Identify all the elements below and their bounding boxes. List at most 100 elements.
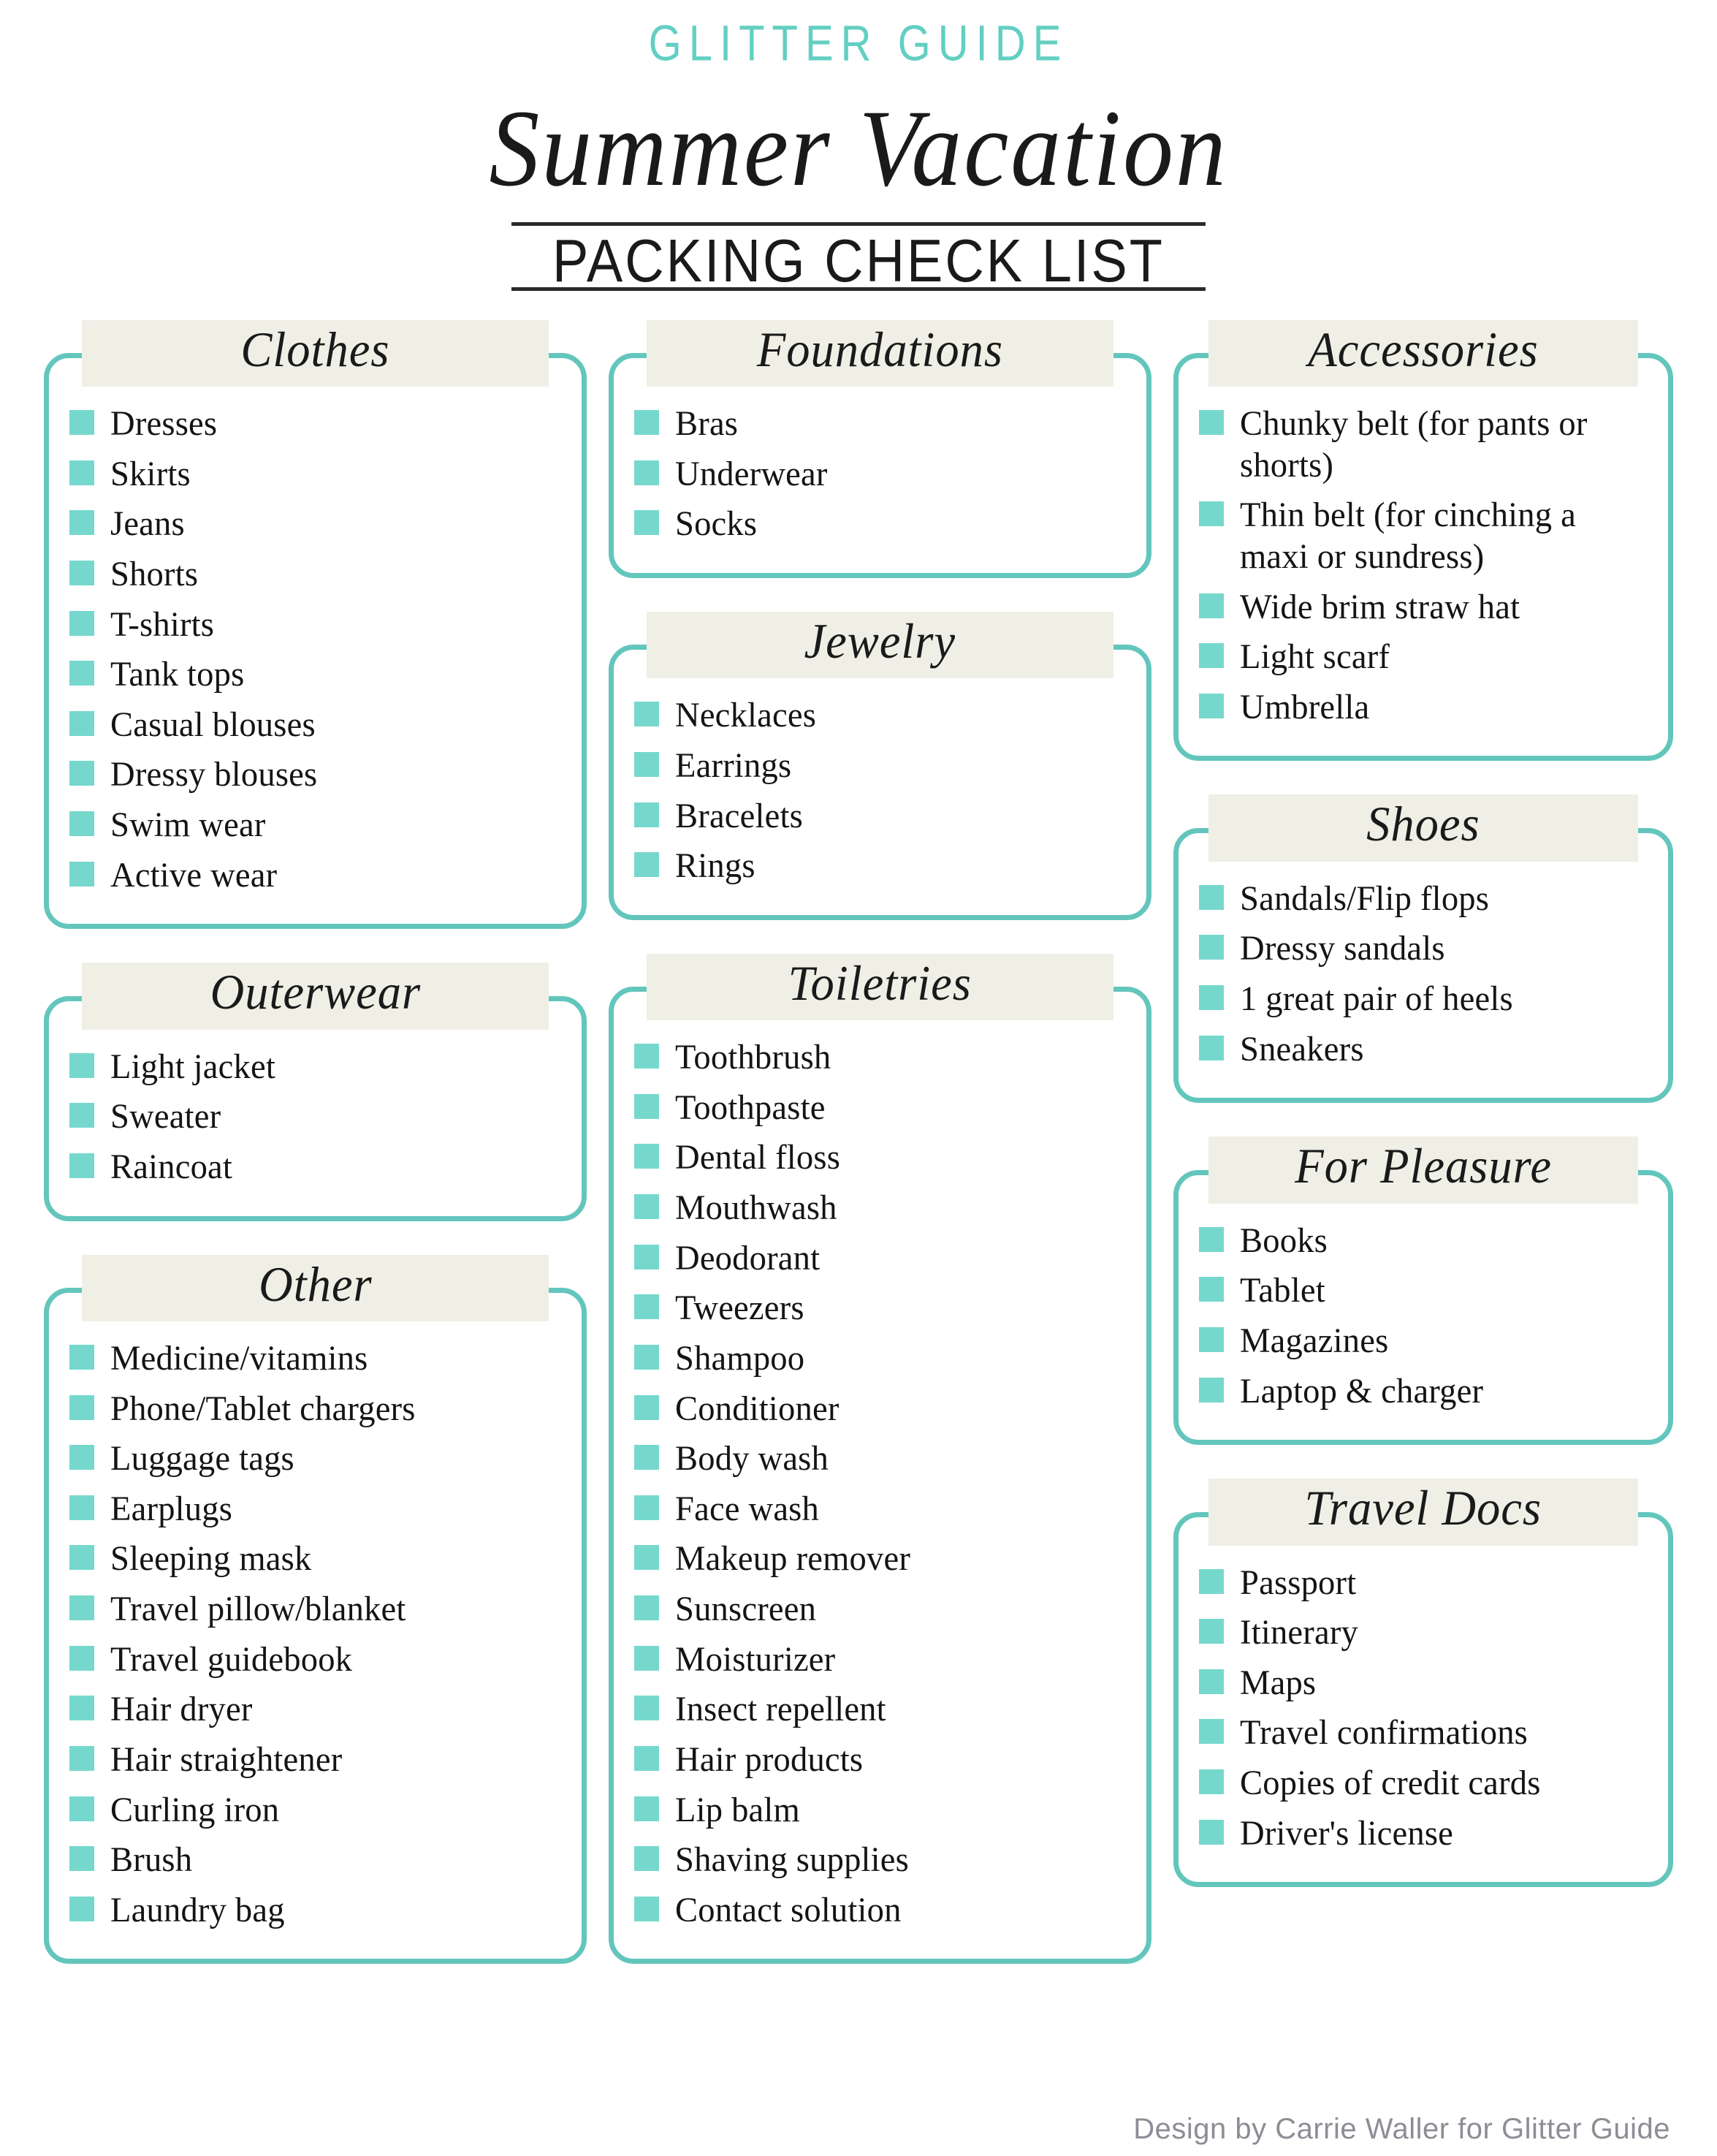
checkbox-icon[interactable] — [633, 460, 659, 485]
list-item[interactable]: Tweezers — [633, 1288, 1126, 1329]
list-item[interactable]: Travel guidebook — [69, 1639, 561, 1681]
list-item[interactable]: Conditioner — [633, 1389, 1126, 1430]
list-item[interactable]: Sneakers — [1198, 1029, 1648, 1071]
list-item[interactable]: Body wash — [633, 1438, 1126, 1480]
checkbox-icon[interactable] — [1198, 501, 1224, 527]
checkbox-icon[interactable] — [69, 661, 94, 686]
checkbox-icon[interactable] — [69, 460, 94, 485]
checkbox-icon[interactable] — [1198, 1226, 1224, 1252]
checkbox-icon[interactable] — [69, 1796, 94, 1821]
list-item[interactable]: Raincoat — [69, 1147, 561, 1188]
checkbox-icon[interactable] — [69, 1745, 94, 1771]
list-item[interactable]: Dresses — [69, 403, 561, 445]
checkbox-icon[interactable] — [633, 1294, 659, 1320]
checkbox-icon[interactable] — [1198, 410, 1224, 436]
list-item[interactable]: Active wear — [69, 855, 561, 897]
checkbox-icon[interactable] — [1198, 1719, 1224, 1745]
checkbox-icon[interactable] — [69, 1645, 94, 1671]
checkbox-icon[interactable] — [69, 861, 94, 887]
list-item[interactable]: Toothpaste — [633, 1088, 1126, 1129]
checkbox-icon[interactable] — [1198, 593, 1224, 618]
list-item[interactable]: Face wash — [633, 1489, 1126, 1530]
list-item[interactable]: Underwear — [633, 454, 1126, 496]
list-item[interactable]: Travel confirmations — [1198, 1712, 1648, 1754]
list-item[interactable]: Contact solution — [633, 1890, 1126, 1932]
list-item[interactable]: Maps — [1198, 1663, 1648, 1704]
list-item[interactable]: Tablet — [1198, 1270, 1648, 1312]
checkbox-icon[interactable] — [69, 1344, 94, 1370]
checkbox-icon[interactable] — [69, 1846, 94, 1872]
list-item[interactable]: Umbrella — [1198, 687, 1648, 729]
checkbox-icon[interactable] — [633, 410, 659, 436]
checkbox-icon[interactable] — [1198, 1819, 1224, 1845]
checkbox-icon[interactable] — [1198, 1568, 1224, 1594]
list-item[interactable]: Earplugs — [69, 1489, 561, 1530]
list-item[interactable]: Bras — [633, 403, 1126, 445]
list-item[interactable]: Rings — [633, 846, 1126, 887]
checkbox-icon[interactable] — [69, 1445, 94, 1470]
checkbox-icon[interactable] — [1198, 884, 1224, 910]
list-item[interactable]: Light scarf — [1198, 637, 1648, 678]
list-item[interactable]: Books — [1198, 1221, 1648, 1262]
list-item[interactable]: Medicine/vitamins — [69, 1338, 561, 1380]
list-item[interactable]: Copies of credit cards — [1198, 1763, 1648, 1804]
list-item[interactable]: Jeans — [69, 504, 561, 545]
list-item[interactable]: Thin belt (for cinching a maxi or sundre… — [1198, 495, 1648, 577]
checkbox-icon[interactable] — [69, 811, 94, 837]
checkbox-icon[interactable] — [633, 1796, 659, 1821]
list-item[interactable]: Makeup remover — [633, 1538, 1126, 1580]
list-item[interactable]: Deodorant — [633, 1238, 1126, 1280]
list-item[interactable]: Earrings — [633, 745, 1126, 787]
checkbox-icon[interactable] — [69, 1052, 94, 1078]
list-item[interactable]: Dressy blouses — [69, 754, 561, 796]
checkbox-icon[interactable] — [633, 1896, 659, 1921]
checkbox-icon[interactable] — [69, 1495, 94, 1520]
checkbox-icon[interactable] — [1198, 693, 1224, 718]
list-item[interactable]: Laptop & charger — [1198, 1371, 1648, 1413]
checkbox-icon[interactable] — [1198, 985, 1224, 1011]
list-item[interactable]: Tank tops — [69, 654, 561, 696]
list-item[interactable]: Necklaces — [633, 695, 1126, 737]
checkbox-icon[interactable] — [633, 1545, 659, 1571]
list-item[interactable]: Luggage tags — [69, 1438, 561, 1480]
checkbox-icon[interactable] — [1198, 1326, 1224, 1352]
list-item[interactable]: Sleeping mask — [69, 1538, 561, 1580]
checkbox-icon[interactable] — [1198, 1035, 1224, 1060]
list-item[interactable]: Curling iron — [69, 1790, 561, 1832]
list-item[interactable]: Casual blouses — [69, 705, 561, 746]
checkbox-icon[interactable] — [633, 1093, 659, 1119]
checkbox-icon[interactable] — [633, 1595, 659, 1621]
list-item[interactable]: Skirts — [69, 454, 561, 496]
checkbox-icon[interactable] — [69, 1595, 94, 1621]
list-item[interactable]: Light jacket — [69, 1047, 561, 1088]
checkbox-icon[interactable] — [69, 610, 94, 636]
list-item[interactable]: Sweater — [69, 1096, 561, 1138]
list-item[interactable]: Driver's license — [1198, 1813, 1648, 1855]
list-item[interactable]: Hair straightener — [69, 1739, 561, 1781]
checkbox-icon[interactable] — [69, 761, 94, 786]
checkbox-icon[interactable] — [633, 510, 659, 536]
checkbox-icon[interactable] — [633, 1394, 659, 1420]
list-item[interactable]: Socks — [633, 504, 1126, 545]
list-item[interactable]: Shorts — [69, 554, 561, 596]
list-item[interactable]: Dressy sandals — [1198, 928, 1648, 970]
list-item[interactable]: 1 great pair of heels — [1198, 979, 1648, 1020]
checkbox-icon[interactable] — [633, 1645, 659, 1671]
list-item[interactable]: Phone/Tablet chargers — [69, 1389, 561, 1430]
checkbox-icon[interactable] — [1198, 1669, 1224, 1694]
list-item[interactable]: Bracelets — [633, 796, 1126, 838]
checkbox-icon[interactable] — [633, 1194, 659, 1220]
list-item[interactable]: Laundry bag — [69, 1890, 561, 1932]
checkbox-icon[interactable] — [633, 852, 659, 878]
list-item[interactable]: Insect repellent — [633, 1689, 1126, 1731]
checkbox-icon[interactable] — [1198, 935, 1224, 960]
list-item[interactable]: Mouthwash — [633, 1188, 1126, 1229]
checkbox-icon[interactable] — [633, 1445, 659, 1470]
checkbox-icon[interactable] — [633, 702, 659, 727]
checkbox-icon[interactable] — [1198, 1619, 1224, 1644]
checkbox-icon[interactable] — [69, 560, 94, 585]
list-item[interactable]: Chunky belt (for pants or shorts) — [1198, 403, 1648, 486]
list-item[interactable]: Sunscreen — [633, 1589, 1126, 1631]
checkbox-icon[interactable] — [633, 1344, 659, 1370]
list-item[interactable]: Itinerary — [1198, 1612, 1648, 1654]
